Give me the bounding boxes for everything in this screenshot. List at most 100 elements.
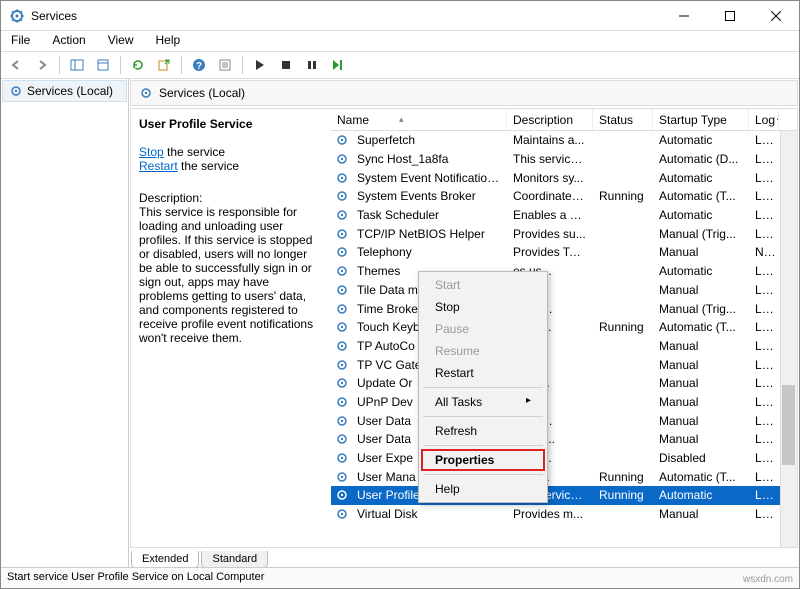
table-row[interactable]: Update Ores W...ManualLoc	[331, 374, 797, 393]
gear-icon	[9, 84, 23, 98]
description-text: This service is responsible for loading …	[139, 205, 321, 345]
ctx-all-tasks[interactable]: All Tasks	[421, 391, 545, 413]
table-row[interactable]: TCP/IP NetBIOS HelperProvides su...Manua…	[331, 224, 797, 243]
export-list-button[interactable]	[92, 54, 114, 76]
maximize-button[interactable]	[707, 1, 753, 31]
ctx-start[interactable]: Start	[421, 274, 545, 296]
close-button[interactable]	[753, 1, 799, 31]
menu-file[interactable]: File	[7, 31, 34, 51]
cell-description: Provides su...	[507, 227, 593, 241]
table-row[interactable]: User Dataes sto...ManualLoc	[331, 430, 797, 449]
detail-service-name: User Profile Service	[139, 117, 321, 131]
table-row[interactable]: Tile Data mver f...ManualLoc	[331, 281, 797, 300]
cell-logon: Loc	[749, 189, 779, 203]
cell-name: TCP/IP NetBIOS Helper	[351, 227, 507, 241]
table-row[interactable]: UPnP DevUPn...ManualLoc	[331, 393, 797, 412]
pause-service-button[interactable]	[301, 54, 323, 76]
cell-logon: Loc	[749, 171, 779, 185]
col-header-name[interactable]: Name▴	[331, 109, 507, 130]
cell-description: Maintains a...	[507, 133, 593, 147]
col-header-description[interactable]: Description	[507, 109, 593, 130]
table-row[interactable]: Time Brokenates...Manual (Trig...Loc	[331, 299, 797, 318]
ctx-separator	[423, 387, 543, 388]
minimize-button[interactable]	[661, 1, 707, 31]
tree-item-services-local[interactable]: Services (Local)	[2, 80, 127, 102]
stop-service-button[interactable]	[275, 54, 297, 76]
stop-link[interactable]: Stop	[139, 145, 164, 159]
table-row[interactable]: User Profile ServiceThis service ...Runn…	[331, 486, 797, 505]
properties-button[interactable]	[214, 54, 236, 76]
cell-logon: Loc	[749, 302, 779, 316]
col-header-logon[interactable]: Log^	[749, 109, 779, 130]
table-row[interactable]: User Expees su...DisabledLoc	[331, 449, 797, 468]
cell-logon: Loc	[749, 358, 779, 372]
table-row[interactable]: User Manaanag...RunningAutomatic (T...Lo…	[331, 467, 797, 486]
tab-extended[interactable]: Extended	[131, 551, 199, 568]
cell-name: System Event Notification S...	[351, 171, 507, 185]
restart-service-button[interactable]	[327, 54, 349, 76]
ctx-separator	[423, 474, 543, 475]
cell-name: Telephony	[351, 245, 507, 259]
table-row[interactable]: TelephonyProvides Tel...ManualNet	[331, 243, 797, 262]
ctx-resume[interactable]: Resume	[421, 340, 545, 362]
cell-startup: Manual	[653, 432, 749, 446]
table-row[interactable]: User Dataes ap...ManualLoc	[331, 411, 797, 430]
table-row[interactable]: Task SchedulerEnables a us...AutomaticLo…	[331, 206, 797, 225]
menu-help[interactable]: Help	[152, 31, 185, 51]
export-button[interactable]	[153, 54, 175, 76]
table-row[interactable]: System Events BrokerCoordinates...Runnin…	[331, 187, 797, 206]
main-body: Services (Local) Services (Local) User P…	[1, 79, 799, 568]
cell-startup: Automatic (T...	[653, 320, 749, 334]
tree-pane: Services (Local)	[1, 79, 129, 568]
table-row[interactable]: TP AutoCoint .p...ManualLoc	[331, 337, 797, 356]
cell-startup: Manual	[653, 395, 749, 409]
cell-name: Superfetch	[351, 133, 507, 147]
cell-logon: Loc	[749, 339, 779, 353]
tab-standard[interactable]: Standard	[201, 551, 268, 568]
column-headers: Name▴ Description Status Startup Type Lo…	[331, 109, 797, 131]
table-row[interactable]: Touch Keybs Tou...RunningAutomatic (T...…	[331, 318, 797, 337]
start-service-button[interactable]	[249, 54, 271, 76]
watermark: wsxdn.com	[743, 574, 793, 585]
cell-logon: Loc	[749, 488, 779, 502]
help-button[interactable]: ?	[188, 54, 210, 76]
cell-logon: Loc	[749, 414, 779, 428]
table-row[interactable]: Sync Host_1a8faThis service ...Automatic…	[331, 150, 797, 169]
show-hide-tree-button[interactable]	[66, 54, 88, 76]
table-row[interactable]: SuperfetchMaintains a...AutomaticLoc	[331, 131, 797, 150]
table-row[interactable]: TP VC Gateint c...ManualLoc	[331, 355, 797, 374]
toolbar-separator	[242, 56, 243, 74]
cell-startup: Automatic (T...	[653, 189, 749, 203]
vertical-scrollbar[interactable]	[780, 131, 797, 547]
cell-logon: Loc	[749, 432, 779, 446]
cell-name: System Events Broker	[351, 189, 507, 203]
cell-startup: Automatic (T...	[653, 470, 749, 484]
col-header-startup[interactable]: Startup Type	[653, 109, 749, 130]
cell-logon: Loc	[749, 451, 779, 465]
services-icon	[9, 8, 25, 24]
table-row[interactable]: System Event Notification S...Monitors s…	[331, 168, 797, 187]
gear-icon	[335, 339, 351, 353]
ctx-pause[interactable]: Pause	[421, 318, 545, 340]
view-tabs: Extended Standard	[129, 548, 799, 568]
table-row[interactable]: Virtual DiskProvides m...ManualLoc	[331, 505, 797, 524]
ctx-properties[interactable]: Properties	[421, 449, 545, 471]
cell-startup: Manual	[653, 376, 749, 390]
table-row[interactable]: Themeses us...AutomaticLoc	[331, 262, 797, 281]
scrollbar-thumb[interactable]	[782, 385, 795, 465]
restart-link[interactable]: Restart	[139, 159, 178, 173]
forward-button[interactable]	[31, 54, 53, 76]
list-header-bar: Services (Local)	[130, 80, 798, 106]
ctx-stop[interactable]: Stop	[421, 296, 545, 318]
refresh-button[interactable]	[127, 54, 149, 76]
col-header-status[interactable]: Status	[593, 109, 653, 130]
rows-container[interactable]: SuperfetchMaintains a...AutomaticLocSync…	[331, 131, 797, 547]
ctx-separator	[423, 416, 543, 417]
ctx-restart[interactable]: Restart	[421, 362, 545, 384]
ctx-help[interactable]: Help	[421, 478, 545, 500]
ctx-refresh[interactable]: Refresh	[421, 420, 545, 442]
back-button[interactable]	[5, 54, 27, 76]
menu-view[interactable]: View	[104, 31, 138, 51]
menu-action[interactable]: Action	[48, 31, 89, 51]
cell-logon: Loc	[749, 395, 779, 409]
